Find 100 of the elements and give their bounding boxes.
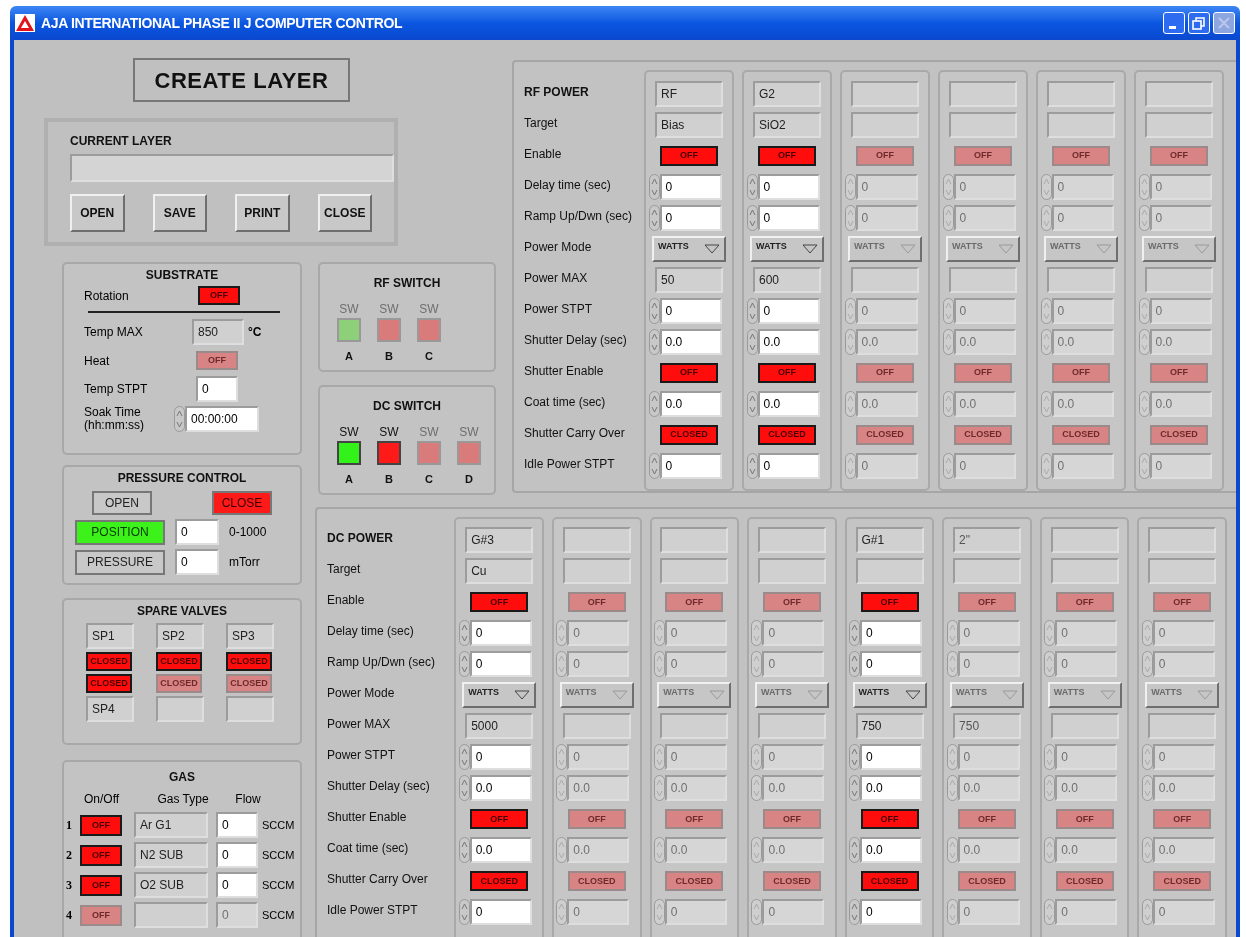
spinner-icon[interactable]	[648, 390, 660, 417]
toggle-switch[interactable]: OFF	[1055, 809, 1114, 829]
spinner-icon[interactable]	[844, 297, 856, 324]
number-field[interactable]: 0	[757, 452, 820, 479]
valve-name-field[interactable]	[156, 696, 204, 722]
spinner-icon[interactable]	[849, 899, 860, 925]
toggle-switch[interactable]: OFF	[954, 145, 1012, 166]
spinner-icon[interactable]	[648, 173, 660, 200]
spinner-icon[interactable]	[746, 328, 758, 355]
spinner-icon[interactable]	[1044, 775, 1056, 801]
spinner-icon[interactable]	[1141, 744, 1153, 770]
number-field[interactable]: 0.0	[855, 390, 918, 417]
spinner-icon[interactable]	[849, 744, 860, 770]
text-field[interactable]	[851, 266, 919, 293]
valve-name-field[interactable]	[226, 696, 274, 722]
number-field[interactable]: 0.0	[1051, 328, 1114, 355]
name-field[interactable]	[1148, 527, 1217, 553]
toggle-switch[interactable]: OFF	[958, 809, 1017, 829]
text-field[interactable]	[1145, 111, 1213, 138]
number-field[interactable]: 0	[953, 452, 1016, 479]
minimize-icon[interactable]	[1163, 12, 1185, 34]
text-field[interactable]	[1145, 266, 1213, 293]
valve-name-field[interactable]: SP3	[226, 623, 274, 649]
number-field[interactable]: 0	[175, 549, 219, 575]
spinner-icon[interactable]	[946, 620, 958, 646]
toggle-switch[interactable]: OFF	[567, 592, 626, 612]
spinner-icon[interactable]	[1141, 837, 1153, 863]
number-field[interactable]: 0.0	[855, 328, 918, 355]
valve-button[interactable]: CLOSE	[212, 491, 272, 515]
mode-dropdown[interactable]: WATTS	[652, 235, 726, 262]
name-field[interactable]: G#1	[855, 527, 924, 553]
number-field[interactable]: 0.0	[469, 837, 532, 863]
spinner-icon[interactable]	[849, 837, 860, 863]
number-field[interactable]: 0	[762, 620, 825, 646]
number-field[interactable]: 0.0	[1055, 775, 1118, 801]
spinner-icon[interactable]	[1138, 297, 1150, 324]
number-field[interactable]: 0	[1055, 620, 1118, 646]
spinner-icon[interactable]	[653, 620, 665, 646]
spinner-icon[interactable]	[751, 775, 763, 801]
number-field[interactable]: 0	[757, 297, 820, 324]
number-field[interactable]: 0.0	[757, 328, 820, 355]
number-field[interactable]: 0	[855, 297, 918, 324]
toggle-switch[interactable]: CLOSED	[156, 652, 202, 671]
number-field[interactable]: 0	[664, 651, 727, 677]
number-field[interactable]: 0	[1149, 204, 1212, 231]
number-field[interactable]: 0	[855, 452, 918, 479]
text-field[interactable]	[1050, 713, 1119, 739]
toggle-switch[interactable]: OFF	[758, 145, 816, 166]
toggle-switch[interactable]: OFF	[470, 809, 529, 829]
toggle-switch[interactable]: OFF	[1150, 145, 1208, 166]
spinner-icon[interactable]	[751, 651, 763, 677]
toggle-switch[interactable]: OFF	[954, 362, 1012, 383]
toggle-switch[interactable]: OFF	[758, 362, 816, 383]
text-field[interactable]	[1047, 111, 1115, 138]
number-field[interactable]: 0	[567, 744, 630, 770]
spinner-icon[interactable]	[653, 651, 665, 677]
toggle-switch[interactable]: OFF	[860, 809, 919, 829]
spinner-icon[interactable]	[653, 775, 665, 801]
spinner-icon[interactable]	[556, 651, 568, 677]
spinner-icon[interactable]	[1141, 899, 1153, 925]
switch-indicator[interactable]	[417, 318, 441, 342]
text-field[interactable]	[855, 558, 924, 584]
toggle-switch[interactable]: OFF	[80, 844, 122, 866]
number-field[interactable]: 0	[1051, 173, 1114, 200]
toggle-switch[interactable]: CLOSED	[226, 674, 272, 693]
number-field[interactable]: 0	[1149, 452, 1212, 479]
toggle-switch[interactable]: CLOSED	[1153, 871, 1212, 891]
number-field[interactable]: 0	[957, 899, 1020, 925]
spinner-icon[interactable]	[942, 204, 954, 231]
gas-type-field[interactable]: N2 SUB	[134, 842, 208, 868]
toggle-switch[interactable]: OFF	[196, 351, 238, 370]
toggle-switch[interactable]: CLOSED	[860, 871, 919, 891]
number-field[interactable]: 0	[664, 899, 727, 925]
mode-dropdown[interactable]: WATTS	[750, 235, 824, 262]
mode-dropdown[interactable]: WATTS	[657, 682, 732, 708]
spinner-icon[interactable]	[844, 173, 856, 200]
toggle-switch[interactable]: OFF	[1150, 362, 1208, 383]
spinner-icon[interactable]	[1044, 620, 1056, 646]
number-field[interactable]: 0.0	[1051, 390, 1114, 417]
toggle-switch[interactable]: OFF	[762, 592, 821, 612]
spinner-icon[interactable]	[556, 744, 568, 770]
name-field[interactable]: G#3	[465, 527, 534, 553]
spinner-icon[interactable]	[1138, 328, 1150, 355]
spinner-icon[interactable]	[1138, 390, 1150, 417]
mode-dropdown[interactable]: WATTS	[754, 682, 829, 708]
number-field[interactable]: 0	[567, 620, 630, 646]
number-field[interactable]: 0.0	[1149, 390, 1212, 417]
mode-dropdown[interactable]: WATTS	[559, 682, 634, 708]
spinner-icon[interactable]	[648, 328, 660, 355]
number-field[interactable]: 0	[762, 899, 825, 925]
text-field[interactable]	[949, 111, 1017, 138]
spinner-icon[interactable]	[849, 620, 860, 646]
number-field[interactable]: 0	[757, 204, 820, 231]
number-field[interactable]: 0	[855, 204, 918, 231]
number-field[interactable]: 0.0	[664, 775, 727, 801]
number-field[interactable]: 0	[469, 899, 532, 925]
name-field[interactable]	[757, 527, 826, 553]
name-field[interactable]	[1050, 527, 1119, 553]
number-field[interactable]: 0	[1152, 744, 1215, 770]
text-field[interactable]	[1047, 266, 1115, 293]
